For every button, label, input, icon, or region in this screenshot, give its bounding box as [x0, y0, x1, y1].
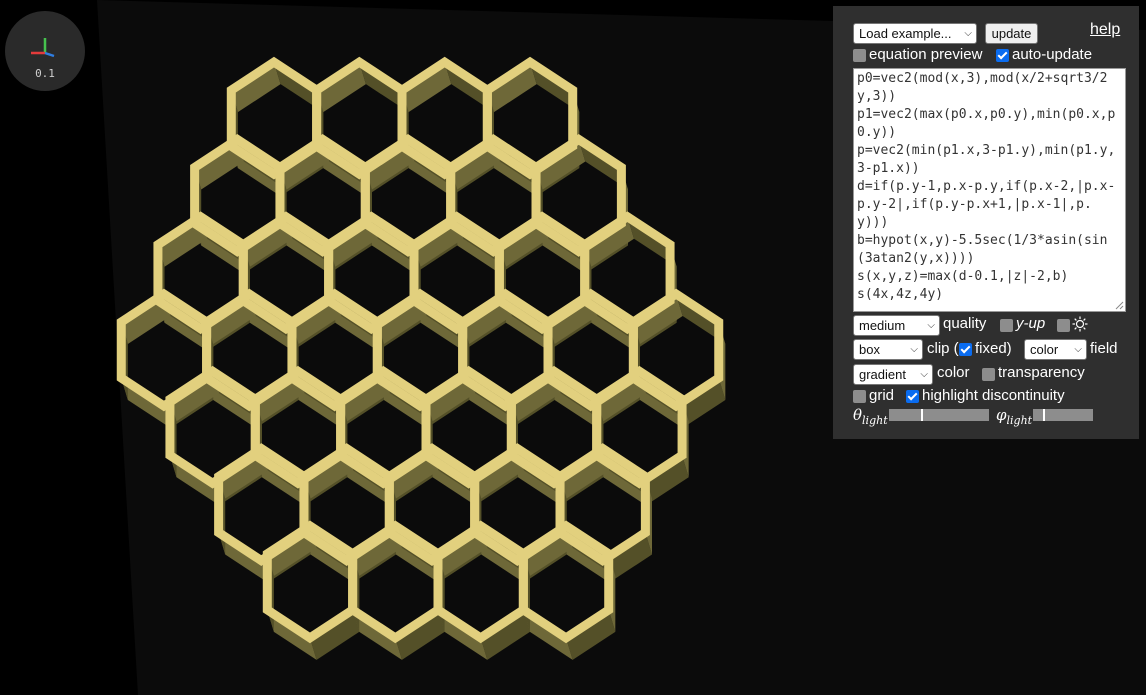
control-panel: Load example... ⌵ update help equation p…: [833, 6, 1139, 439]
fixed-checkbox[interactable]: [959, 343, 972, 356]
grid-label: grid: [869, 387, 895, 404]
highlight-discontinuity-label: highlight discontinuity: [922, 387, 1065, 404]
clip-label: clip (: [927, 340, 959, 357]
sun-icon: [1072, 316, 1088, 332]
grid-checkbox[interactable]: [853, 390, 866, 403]
phi-light-label: φlight: [996, 406, 1032, 427]
auto-update-checkbox[interactable]: [996, 49, 1009, 62]
resize-grip-icon[interactable]: [1115, 301, 1124, 310]
y-up-checkbox[interactable]: [1000, 319, 1013, 332]
color-label: color: [937, 364, 970, 381]
phi-slider-thumb[interactable]: [1043, 409, 1045, 421]
quality-value: medium: [859, 318, 906, 333]
phi-symbol: φ: [996, 406, 1007, 424]
equation-preview-checkbox[interactable]: [853, 49, 866, 62]
update-button[interactable]: update: [985, 23, 1038, 44]
phi-subscript: light: [1006, 414, 1033, 427]
highlight-discontinuity-checkbox[interactable]: [906, 390, 919, 403]
clip-select[interactable]: box ⌵: [853, 339, 923, 360]
axis-orientation-widget[interactable]: 0.1: [5, 11, 85, 91]
chevron-down-icon: ⌵: [910, 344, 918, 355]
theta-slider-thumb[interactable]: [921, 409, 923, 421]
transparency-checkbox[interactable]: [982, 368, 995, 381]
load-example-select[interactable]: Load example... ⌵: [853, 23, 977, 44]
chevron-down-icon: ⌵: [927, 320, 935, 331]
auto-update-label: auto-update: [1012, 46, 1093, 63]
chevron-down-icon: ⌵: [1074, 344, 1082, 355]
axis-scale-label: 0.1: [35, 67, 55, 80]
load-example-value: Load example...: [859, 26, 952, 41]
field-select[interactable]: color ⌵: [1024, 339, 1087, 360]
chevron-down-icon: ⌵: [964, 28, 972, 39]
help-link[interactable]: help: [1090, 21, 1120, 39]
phi-light-slider[interactable]: [1033, 409, 1093, 421]
quality-label: quality: [943, 315, 987, 332]
light-checkbox[interactable]: [1057, 319, 1070, 332]
clip-value: box: [859, 342, 880, 357]
color-mode-select[interactable]: gradient ⌵: [853, 364, 933, 385]
equation-preview-label: equation preview: [869, 46, 983, 63]
equation-text: p0=vec2(mod(x,3),mod(x/2+sqrt3/2y,3)) p1…: [857, 71, 1116, 302]
chevron-down-icon: ⌵: [920, 369, 928, 380]
y-up-label: y-up: [1016, 315, 1046, 332]
fixed-label: fixed): [975, 340, 1012, 357]
field-label: field: [1090, 340, 1118, 357]
transparency-label: transparency: [998, 364, 1085, 381]
theta-subscript: light: [862, 414, 888, 427]
color-mode-value: gradient: [859, 367, 906, 382]
theta-light-slider[interactable]: [889, 409, 989, 421]
theta-symbol: θ: [853, 406, 863, 424]
equation-editor[interactable]: p0=vec2(mod(x,3),mod(x/2+sqrt3/2y,3)) p1…: [853, 68, 1126, 312]
theta-light-label: θlight: [853, 406, 888, 427]
quality-select[interactable]: medium ⌵: [853, 315, 940, 336]
field-value: color: [1030, 342, 1059, 357]
